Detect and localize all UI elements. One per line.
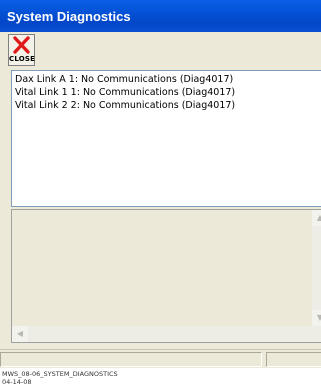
status-panel-main (0, 352, 262, 367)
close-button-label: CLOSE (9, 55, 36, 63)
details-pane[interactable]: ▲ ▼ ◀ (11, 209, 321, 343)
list-item[interactable]: Dax Link A 1: No Communications (Diag401… (12, 74, 321, 86)
toolbar: CLOSE (0, 32, 321, 68)
scroll-down-arrow-icon[interactable]: ▼ (312, 310, 321, 326)
scroll-up-arrow-icon[interactable]: ▲ (312, 210, 321, 226)
list-item[interactable]: Vital Link 2 2: No Communications (Diag4… (12, 100, 321, 112)
system-diagnostics-window: System Diagnostics CLOSE Dax Link A 1: N… (0, 0, 321, 368)
figure-caption-id: MWS_08-06_SYSTEM_DIAGNOSTICS (2, 370, 118, 378)
status-bar (0, 349, 321, 368)
close-button[interactable]: CLOSE (8, 34, 35, 66)
status-panel-secondary (266, 352, 321, 367)
scroll-left-arrow-icon[interactable]: ◀ (12, 326, 28, 342)
red-x-icon (13, 36, 30, 54)
list-item[interactable]: Vital Link 1 1: No Communications (Diag4… (12, 87, 321, 99)
horizontal-scrollbar[interactable]: ◀ (12, 326, 312, 342)
title-bar[interactable]: System Diagnostics (0, 0, 321, 32)
figure-caption-date: 04-14-08 (2, 378, 32, 386)
diagnostics-list[interactable]: Dax Link A 1: No Communications (Diag401… (11, 70, 321, 207)
vertical-scrollbar[interactable]: ▲ ▼ (312, 210, 321, 342)
window-title: System Diagnostics (7, 9, 131, 24)
